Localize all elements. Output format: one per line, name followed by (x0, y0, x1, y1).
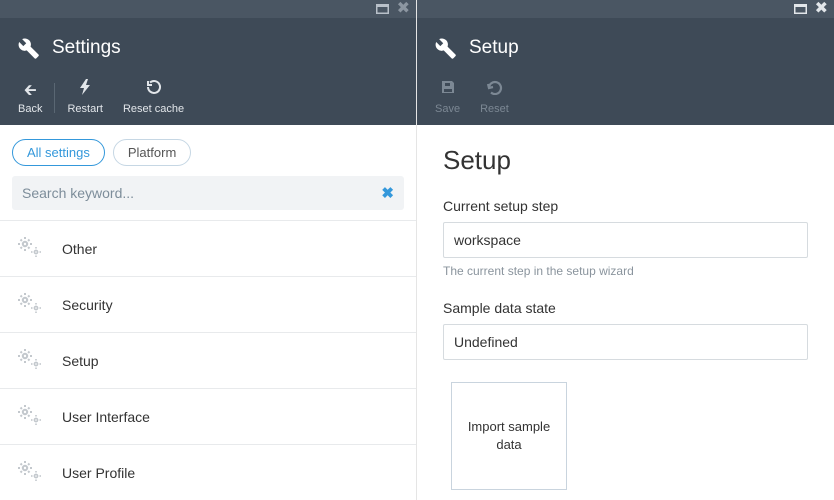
settings-item-security[interactable]: Security (0, 277, 416, 333)
filter-all-settings[interactable]: All settings (12, 139, 105, 166)
setup-content: Setup Current setup step The current ste… (417, 125, 834, 500)
reset-cache-button[interactable]: Reset cache (113, 79, 194, 115)
gears-icon (16, 291, 44, 318)
settings-header: Settings (0, 18, 416, 75)
settings-toolbar: 🡰 Back Restart Reset cache (0, 75, 416, 125)
current-step-input[interactable] (443, 222, 808, 258)
sample-state-input[interactable] (443, 324, 808, 360)
arrow-left-icon: 🡰 (24, 83, 37, 99)
filter-platform[interactable]: Platform (113, 139, 191, 166)
gears-icon (16, 235, 44, 262)
toolbar-separator (54, 83, 55, 113)
gears-icon (16, 347, 44, 374)
settings-content: All settings Platform ✖ Other Security (0, 125, 416, 500)
setup-header: Setup (417, 18, 834, 75)
settings-title: Settings (52, 37, 121, 59)
gears-icon (16, 403, 44, 430)
import-sample-data-button[interactable]: Import sample data (451, 382, 567, 490)
lightning-icon (78, 79, 92, 99)
close-icon[interactable]: ✖ (397, 1, 410, 17)
clear-search-icon[interactable]: ✖ (381, 184, 394, 202)
page-heading: Setup (443, 145, 808, 176)
maximize-icon[interactable] (376, 2, 389, 16)
setup-toolbar: Save Reset (417, 75, 834, 125)
filter-row: All settings Platform (0, 125, 416, 176)
settings-item-user-interface[interactable]: User Interface (0, 389, 416, 445)
close-icon[interactable]: ✖ (815, 1, 828, 17)
settings-list: Other Security Setup User Interface (0, 220, 416, 500)
search-input[interactable] (22, 185, 381, 201)
save-button[interactable]: Save (425, 79, 470, 115)
field-current-step: Current setup step The current step in t… (443, 198, 808, 278)
undo-icon (485, 79, 503, 99)
field-label: Sample data state (443, 300, 808, 316)
reset-button[interactable]: Reset (470, 79, 519, 115)
search-wrap: ✖ (0, 176, 416, 220)
maximize-icon[interactable] (794, 2, 807, 16)
window-controls-left: ✖ (0, 0, 416, 18)
field-label: Current setup step (443, 198, 808, 214)
refresh-icon (146, 79, 162, 99)
window-controls-right: ✖ (417, 0, 834, 18)
search-box: ✖ (12, 176, 404, 210)
field-sample-state: Sample data state (443, 300, 808, 360)
back-button[interactable]: 🡰 Back (8, 83, 52, 115)
settings-item-setup[interactable]: Setup (0, 333, 416, 389)
wrench-icon (12, 32, 40, 63)
settings-item-user-profile[interactable]: User Profile (0, 445, 416, 500)
save-icon (440, 79, 456, 99)
field-help: The current step in the setup wizard (443, 264, 808, 278)
setup-panel: ✖ Setup Save Reset Setup Current setup s… (417, 0, 834, 500)
restart-button[interactable]: Restart (57, 79, 112, 115)
setup-title: Setup (469, 37, 519, 59)
settings-panel: ✖ Settings 🡰 Back Restart Reset cache Al… (0, 0, 417, 500)
gears-icon (16, 459, 44, 486)
settings-item-other[interactable]: Other (0, 221, 416, 277)
wrench-icon (429, 32, 457, 63)
